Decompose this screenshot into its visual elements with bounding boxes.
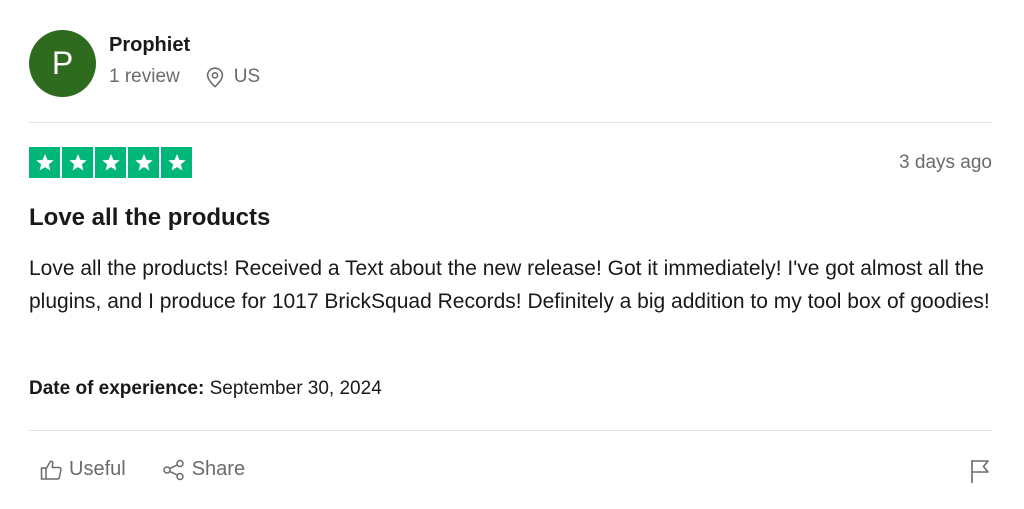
review-body: Love all the products! Received a Text a…: [29, 257, 990, 313]
experience-date: September 30, 2024: [209, 378, 382, 399]
report-button[interactable]: [969, 458, 991, 489]
thumbs-up-icon: [40, 459, 62, 480]
avatar[interactable]: P: [29, 30, 96, 97]
review-date: 3 days ago: [899, 152, 992, 173]
star-icon: [95, 147, 126, 178]
consumer-meta: 1 review US: [109, 66, 260, 88]
experience-label: Date of experience:: [29, 378, 205, 399]
review-actions: Useful Share: [40, 458, 245, 481]
star-icon: [62, 147, 93, 178]
location-label: US: [233, 66, 261, 87]
useful-label: Useful: [69, 458, 126, 480]
consumer-name[interactable]: Prophiet: [109, 34, 190, 57]
share-label: Share: [191, 458, 246, 480]
share-button[interactable]: Share: [162, 458, 245, 481]
star-icon: [29, 147, 60, 178]
avatar-initial: P: [51, 45, 74, 81]
consumer-location: US: [206, 66, 260, 88]
divider-bottom: [29, 430, 992, 431]
star-icon: [161, 147, 192, 178]
flag-icon: [971, 460, 989, 483]
review-count: 1 review: [109, 66, 180, 87]
review-card: P Prophiet 1 review US 3 days ago Love a…: [0, 0, 1024, 509]
useful-button[interactable]: Useful: [40, 458, 126, 481]
star-rating: [29, 147, 192, 178]
location-pin-icon: [206, 66, 223, 88]
date-of-experience: Date of experience: September 30, 2024: [29, 378, 382, 400]
share-icon: [162, 459, 184, 480]
star-icon: [128, 147, 159, 178]
divider-top: [29, 122, 992, 123]
review-title[interactable]: Love all the products: [29, 204, 270, 232]
